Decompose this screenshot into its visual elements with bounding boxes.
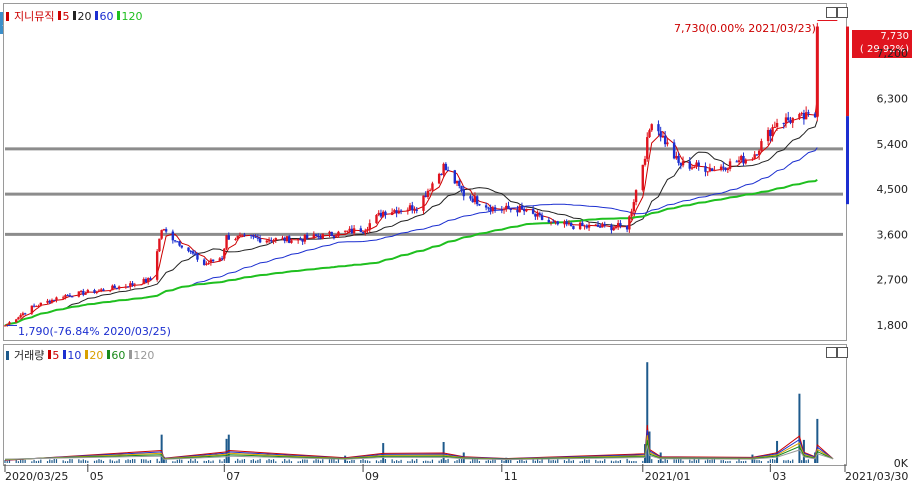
ma-legend-label: 120 xyxy=(121,9,143,23)
x-tick-label: 11 xyxy=(504,470,518,483)
minimize-icon[interactable] xyxy=(826,347,837,358)
ma-legend-label: 60 xyxy=(99,9,114,23)
maximize-icon[interactable] xyxy=(837,347,848,358)
price-legend: 지니뮤직 5 20 60 120 xyxy=(6,8,142,24)
price-tick-label: 1,800 xyxy=(877,319,909,332)
minimize-icon[interactable] xyxy=(826,7,837,18)
ma-legend-5[interactable]: 5 xyxy=(58,10,69,23)
ma-legend-label: 120 xyxy=(133,348,155,362)
ma-legend-60[interactable]: 60 xyxy=(95,10,113,23)
price-title: 지니뮤직 xyxy=(14,10,55,23)
high-annotation: 7,730(0.00% 2021/03/23) xyxy=(674,22,816,35)
price-tick-label: 3,600 xyxy=(877,228,909,241)
x-tick-label: 07 xyxy=(226,470,240,483)
current-price: 7,730 xyxy=(880,31,909,42)
x-tick-label: 03 xyxy=(772,470,786,483)
ma-legend-label: 5 xyxy=(62,9,70,23)
ma-legend-20[interactable]: 20 xyxy=(73,10,91,23)
price-tick-label: 4,500 xyxy=(877,183,909,196)
ma-legend-120[interactable]: 120 xyxy=(117,10,142,23)
vol-ma-legend-20[interactable]: 20 xyxy=(85,349,103,362)
x-tick-label: 2021/01 xyxy=(645,470,691,483)
ma-legend-label: 20 xyxy=(77,9,92,23)
price-tick-label: 2,700 xyxy=(877,274,909,287)
low-annotation: 1,790(-76.84% 2020/03/25) xyxy=(18,325,171,338)
legend-marker xyxy=(6,11,9,21)
ma-legend-label: 20 xyxy=(89,348,104,362)
vol-ma-legend-5[interactable]: 5 xyxy=(48,349,59,362)
x-tick-label: 09 xyxy=(365,470,379,483)
ma-legend-label: 60 xyxy=(111,348,126,362)
price-panel xyxy=(3,3,847,341)
x-tick-label: 2021/03/30 xyxy=(845,470,908,483)
vol-ma-legend-120[interactable]: 120 xyxy=(129,349,154,362)
maximize-icon[interactable] xyxy=(837,7,848,18)
x-tick-label: 2020/03/25 xyxy=(5,470,68,483)
price-tick-label: 5,400 xyxy=(877,138,909,151)
legend-marker xyxy=(6,350,9,360)
volume-legend: 거래량 5 10 20 60 120 xyxy=(6,347,154,363)
current-change: ( 29.92%) xyxy=(859,44,909,55)
stock-chart-window: 호 지니뮤직 5 20 60 120 거래량 5 10 20 60 120 7,… xyxy=(0,0,912,483)
volume-title: 거래량 xyxy=(14,349,45,362)
ma-legend-label: 10 xyxy=(67,348,82,362)
price-tick-label: 6,300 xyxy=(877,93,909,106)
ma-legend-label: 5 xyxy=(52,348,60,362)
x-tick-label: 05 xyxy=(90,470,104,483)
vol-ma-legend-10[interactable]: 10 xyxy=(63,349,81,362)
vol-ma-legend-60[interactable]: 60 xyxy=(107,349,125,362)
volume-tick-label: 0K xyxy=(894,457,909,470)
current-price-badge: 7,730 ( 29.92%) xyxy=(852,30,912,58)
